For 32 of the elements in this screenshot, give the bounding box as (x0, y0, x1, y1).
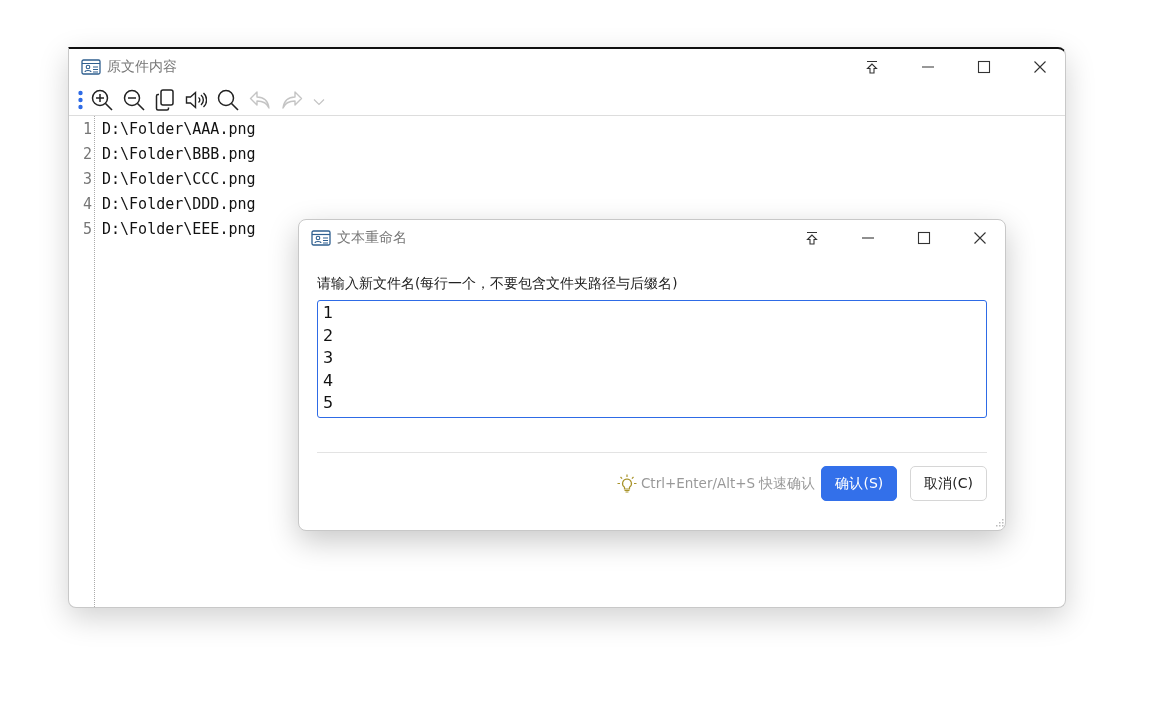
window-title: 原文件内容 (107, 58, 177, 76)
dialog-title: 文本重命名 (337, 229, 407, 247)
zoom-out-icon[interactable] (121, 87, 147, 113)
id-card-icon (81, 59, 101, 75)
shortcut-hint: Ctrl+Enter/Alt+S 快速确认 (640, 474, 816, 493)
maximize-icon[interactable] (917, 231, 931, 245)
close-icon[interactable] (973, 231, 987, 245)
code-line: D:\Folder\DDD.png (102, 194, 256, 215)
maximize-icon[interactable] (977, 60, 991, 74)
code-line: D:\Folder\AAA.png (102, 119, 256, 140)
code-line: D:\Folder\CCC.png (102, 169, 256, 190)
code-line: D:\Folder\EEE.png (102, 219, 256, 240)
pin-on-top-icon[interactable] (805, 231, 819, 245)
drag-handle-icon[interactable] (78, 90, 83, 110)
line-number: 3 (81, 169, 93, 190)
line-number: 2 (81, 144, 93, 165)
copy-icon[interactable] (153, 87, 177, 113)
prompt-label: 请输入新文件名(每行一个，不要包含文件夹路径与后缀名) (317, 275, 679, 293)
cancel-button[interactable]: 取消(C) (910, 466, 987, 501)
lightbulb-icon (616, 473, 637, 494)
id-card-icon (311, 230, 331, 246)
close-icon[interactable] (1033, 60, 1047, 74)
search-icon[interactable] (215, 87, 241, 113)
zoom-in-icon[interactable] (89, 87, 115, 113)
line-number: 5 (81, 219, 93, 240)
code-line: D:\Folder\BBB.png (102, 144, 256, 165)
pin-on-top-icon[interactable] (865, 60, 879, 74)
confirm-button[interactable]: 确认(S) (821, 466, 898, 501)
filename-input-field[interactable]: 1 2 3 4 5 (317, 300, 987, 418)
resize-grip-icon[interactable] (994, 519, 1004, 529)
line-number: 1 (81, 119, 93, 140)
line-number: 4 (81, 194, 93, 215)
